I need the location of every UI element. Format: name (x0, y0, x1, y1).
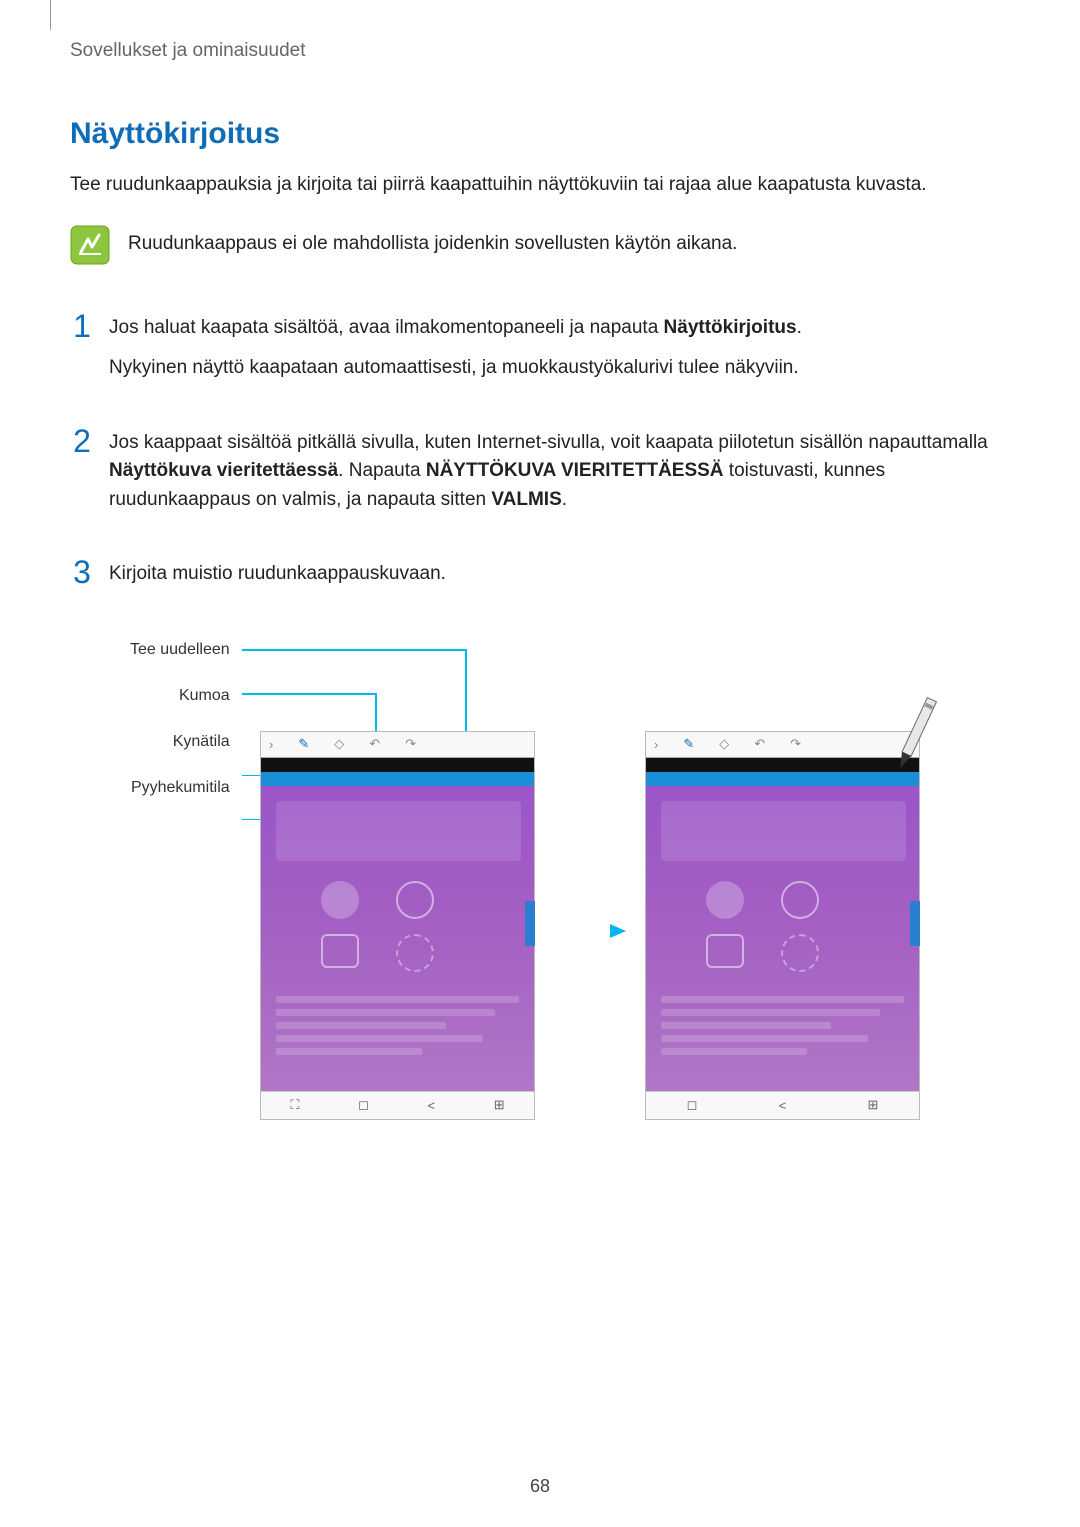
step-3-body: Kirjoita muistio ruudunkaappauskuvaan. (109, 556, 446, 601)
back-icon: › (269, 737, 273, 752)
callout-pen: Kynätila (130, 733, 230, 751)
back-icon: › (654, 737, 658, 752)
crop-icon: ◻ (358, 1097, 369, 1113)
redo-icon: ↷ (405, 736, 416, 752)
stylus-icon (880, 691, 950, 781)
intro-text: Tee ruudunkaappauksia ja kirjoita tai pi… (70, 171, 1010, 200)
note-text: Ruudunkaappaus ei ole mahdollista joiden… (128, 225, 737, 255)
page-number: 68 (0, 1476, 1080, 1497)
step-number-1: 1 (70, 310, 94, 342)
undo-icon: ↶ (369, 736, 380, 752)
fullscreen-icon: ⛶ (290, 1097, 299, 1113)
step-1-body: Jos haluat kaapata sisältöä, avaa ilmako… (109, 310, 802, 395)
section-header: Sovellukset ja ominaisuudet (70, 40, 1010, 62)
pen-tool-icon: ✎ (683, 736, 694, 752)
pen-tool-icon: ✎ (298, 736, 309, 752)
redo-icon: ↷ (790, 736, 801, 752)
undo-icon: ↶ (754, 736, 765, 752)
save-icon: ⊞ (494, 1097, 505, 1113)
eraser-tool-icon: ◇ (334, 736, 344, 752)
callout-eraser: Pyyhekumitila (130, 779, 230, 797)
phone-screenshot-right: › ✎ ◇ ↶ ↷ ◻ < ⊞ (645, 731, 920, 1120)
step-2-body: Jos kaappaat sisältöä pitkällä sivulla, … (109, 425, 1010, 527)
arrow-icon (548, 916, 628, 946)
figure-area: Tee uudelleen Kumoa Kynätila Pyyhekumiti… (70, 631, 1010, 1171)
step-number-3: 3 (70, 556, 94, 588)
step-number-2: 2 (70, 425, 94, 457)
crop-icon: ◻ (687, 1097, 698, 1113)
eraser-tool-icon: ◇ (719, 736, 729, 752)
callout-undo: Kumoa (130, 687, 230, 705)
phone-screenshot-left: › ✎ ◇ ↶ ↷ ⛶ ◻ < ⊞ (260, 731, 535, 1120)
share-icon: < (428, 1098, 436, 1113)
share-icon: < (779, 1098, 787, 1113)
note-icon (70, 225, 110, 265)
callout-redo: Tee uudelleen (130, 641, 230, 659)
save-icon: ⊞ (867, 1097, 878, 1113)
page-title: Näyttökirjoitus (70, 117, 1010, 151)
